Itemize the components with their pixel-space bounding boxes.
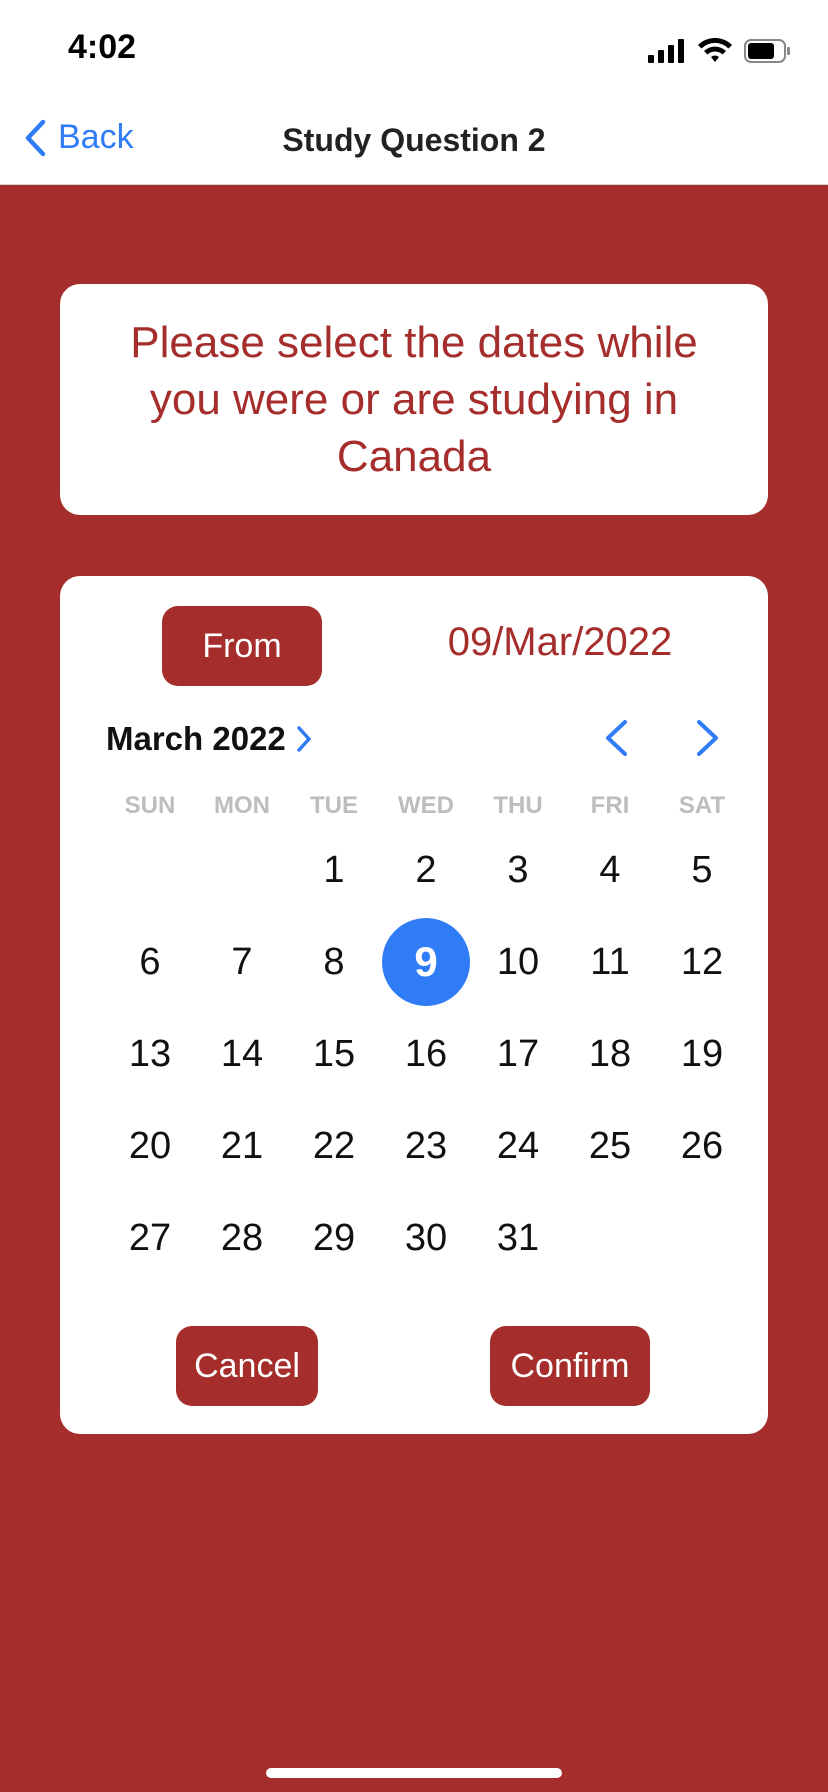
day-cell[interactable]: 23 [380,1100,472,1192]
date-picker-card: From 09/Mar/2022 March 2022 SUN MON TUE WED… [60,576,768,1434]
day-cell[interactable]: 26 [656,1100,748,1192]
battery-icon [744,39,790,63]
day-cell[interactable]: 24 [472,1100,564,1192]
day-number: 22 [312,1124,356,1167]
day-number: 30 [404,1216,448,1259]
day-cell[interactable]: 31 [472,1192,564,1284]
day-number: 26 [680,1124,724,1167]
day-cell[interactable]: 14 [196,1008,288,1100]
status-icons [648,36,792,66]
cellular-signal-icon [648,39,684,63]
next-month-button[interactable] [688,716,728,760]
day-number: 18 [588,1032,632,1075]
chevron-right-icon [697,720,718,756]
day-cell[interactable]: 5 [656,824,748,916]
chevron-left-icon [606,720,627,756]
day-number: 24 [496,1124,540,1167]
chevron-right-icon [297,726,311,752]
day-number: 17 [496,1032,540,1075]
day-number: 3 [507,848,529,891]
day-number: 28 [220,1216,264,1259]
weekday-label: TUE [310,792,358,819]
day-number: 23 [404,1124,448,1167]
selected-day-cell[interactable]: 9 [380,916,472,1008]
day-number: 5 [691,848,713,891]
day-cell[interactable]: 30 [380,1192,472,1284]
day-cell[interactable]: 21 [196,1100,288,1192]
day-number: 2 [415,848,437,891]
status-time: 4:02 [68,28,137,66]
day-number: 1 [323,848,345,891]
wifi-icon [698,38,732,62]
cancel-button[interactable]: Cancel [176,1326,318,1406]
day-number: 31 [496,1216,540,1259]
empty-day-cell [196,824,288,916]
day-cell[interactable]: 2 [380,824,472,916]
day-cell[interactable]: 3 [472,824,564,916]
calendar-grid: 1 2 3 4 5 6 7 8 9 10 11 12 13 14 15 16 17 18 19 20 21 22 23 24 2… [104,824,748,1284]
day-cell[interactable]: 11 [564,916,656,1008]
question-text: Please select the dates while you were o… [130,318,698,481]
day-number: 6 [139,940,161,983]
day-cell[interactable]: 17 [472,1008,564,1100]
day-number: 8 [323,940,345,983]
month-selector[interactable]: March 2022 [106,720,312,758]
day-number: 11 [590,940,630,983]
confirm-button[interactable]: Confirm [490,1326,650,1406]
weekday-label: SAT [678,792,726,819]
weekday-label: SUN [124,792,176,819]
status-bar: 4:02 [0,0,828,100]
day-cell[interactable]: 19 [656,1008,748,1100]
day-cell[interactable]: 8 [288,916,380,1008]
page-title: Study Question 2 [282,122,546,158]
day-number: 4 [599,848,621,891]
weekday-label: FRI [590,792,630,819]
day-number: 14 [220,1032,264,1075]
question-card: Please select the dates while you were o… [60,284,768,515]
day-cell[interactable]: 27 [104,1192,196,1284]
day-number: 25 [588,1124,632,1167]
day-cell[interactable]: 1 [288,824,380,916]
day-cell[interactable]: 20 [104,1100,196,1192]
weekday-label: THU [493,792,543,819]
weekday-header: SUN MON TUE WED THU FRI SAT [104,792,748,820]
day-number: 15 [312,1032,356,1075]
selected-date: 09/Mar/2022 [447,620,673,664]
day-cell[interactable]: 25 [564,1100,656,1192]
day-cell[interactable]: 29 [288,1192,380,1284]
day-cell[interactable]: 18 [564,1008,656,1100]
day-cell[interactable]: 15 [288,1008,380,1100]
day-number: 29 [312,1216,356,1259]
day-cell[interactable]: 6 [104,916,196,1008]
day-number: 9 [382,918,470,1006]
day-cell[interactable]: 12 [656,916,748,1008]
day-number: 19 [680,1032,724,1075]
day-number: 12 [680,940,724,983]
day-cell[interactable]: 22 [288,1100,380,1192]
day-number: 10 [496,940,540,983]
day-number: 21 [220,1124,264,1167]
day-number: 16 [404,1032,448,1075]
day-number: 7 [231,940,253,983]
day-cell[interactable]: 10 [472,916,564,1008]
previous-month-button[interactable] [596,716,636,760]
day-number: 13 [128,1032,172,1075]
empty-day-cell [104,824,196,916]
from-button[interactable]: From [162,606,322,686]
navigation-bar: Back Study Question 2 [0,100,828,185]
weekday-label: MON [214,792,270,819]
day-number: 20 [128,1124,172,1167]
month-label: March 2022 [106,720,286,757]
home-indicator [266,1768,562,1778]
day-cell[interactable]: 7 [196,916,288,1008]
day-cell[interactable]: 13 [104,1008,196,1100]
day-cell[interactable]: 28 [196,1192,288,1284]
day-cell[interactable]: 16 [380,1008,472,1100]
weekday-label: WED [398,792,454,819]
day-number: 27 [128,1216,172,1259]
day-cell[interactable]: 4 [564,824,656,916]
